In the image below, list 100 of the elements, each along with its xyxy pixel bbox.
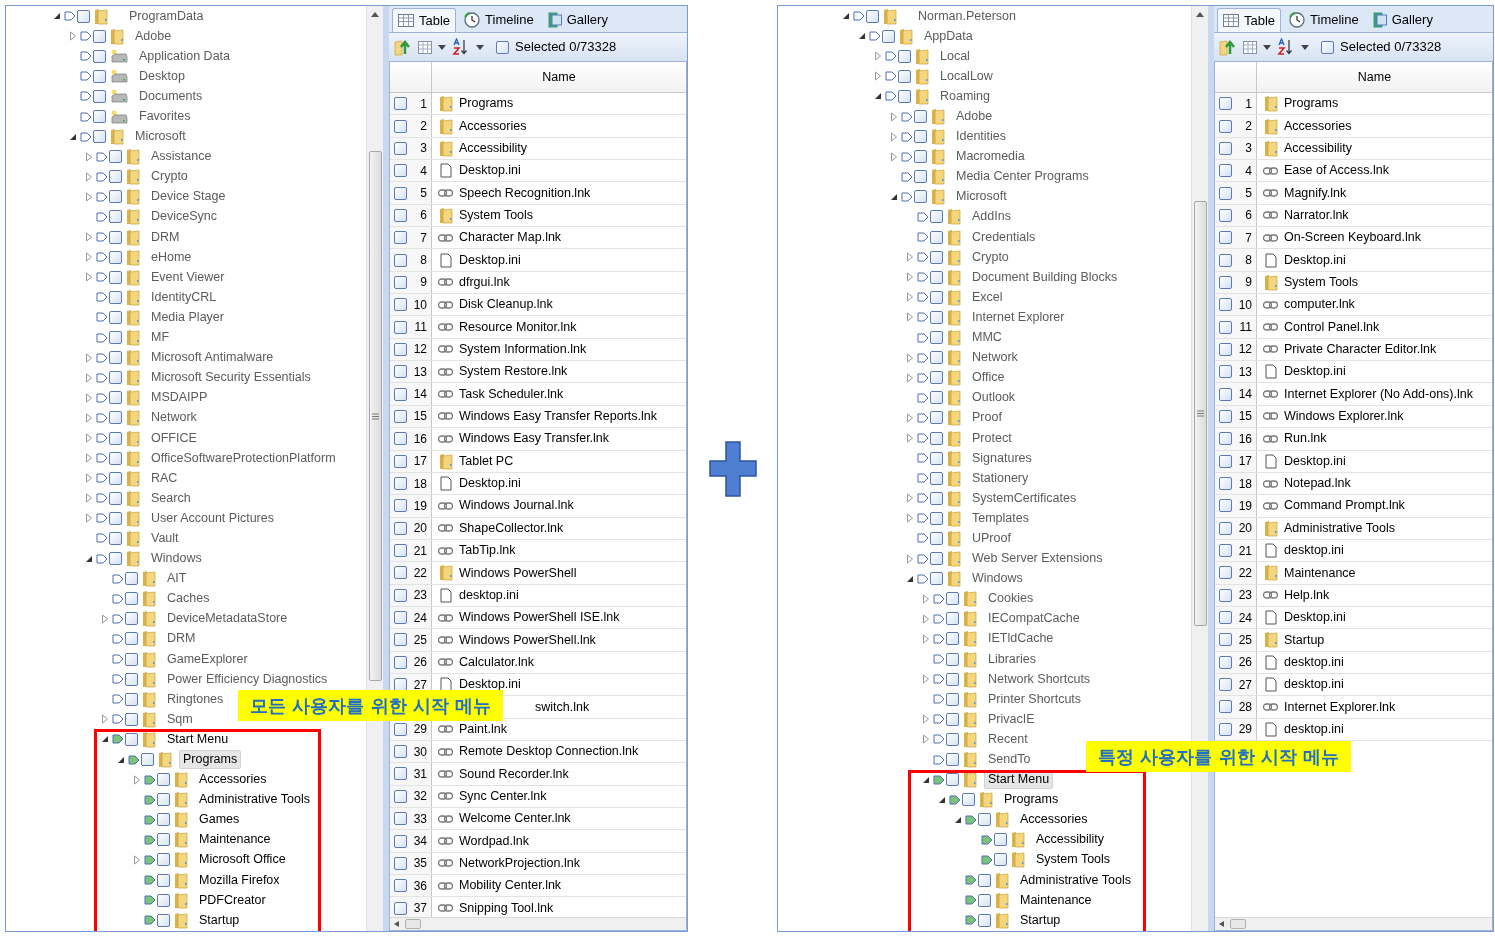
row-checkbox[interactable] (394, 253, 407, 267)
collapsed-arrow-icon[interactable] (85, 493, 93, 504)
sort-icon[interactable] (452, 38, 470, 56)
tree-checkbox[interactable] (141, 753, 154, 766)
collapsed-arrow-icon[interactable] (85, 151, 93, 162)
tree-checkbox[interactable] (930, 310, 943, 324)
collapsed-arrow-icon[interactable] (922, 714, 930, 725)
columns-icon[interactable] (418, 40, 432, 54)
tree-checkbox[interactable] (994, 853, 1007, 867)
row-checkbox[interactable] (1219, 320, 1232, 334)
row-checkbox[interactable] (394, 477, 407, 490)
expanded-arrow-icon[interactable] (906, 574, 914, 583)
tree-item[interactable]: OFFICE (147, 428, 201, 448)
tree-checkbox[interactable] (946, 732, 959, 746)
row-checkbox[interactable] (394, 298, 407, 312)
tree-checkbox[interactable] (946, 672, 959, 686)
tree-item[interactable]: Games (195, 810, 244, 830)
horizontal-scrollbar[interactable] (390, 917, 686, 930)
view-tab[interactable]: Gallery (541, 8, 614, 32)
row-checkbox[interactable] (1219, 410, 1232, 423)
tree-item[interactable]: LocalLow (936, 66, 997, 86)
tree-item[interactable]: Norman.Peterson (904, 6, 1030, 27)
tree-checkbox[interactable] (866, 9, 879, 23)
collapsed-arrow-icon[interactable] (101, 714, 109, 725)
expanded-arrow-icon[interactable] (954, 815, 962, 824)
collapsed-arrow-icon[interactable] (906, 352, 914, 363)
row-checkbox[interactable] (394, 320, 407, 334)
row-checkbox[interactable] (394, 365, 407, 379)
tree-item[interactable]: Document Building Blocks (968, 267, 1122, 287)
tree-item[interactable]: OfficeSoftwareProtectionPlatform (147, 448, 340, 468)
tree-checkbox[interactable] (93, 89, 106, 103)
row-checkbox[interactable] (1219, 387, 1232, 401)
tree-item[interactable]: Power Efficiency Diagnostics (163, 669, 332, 689)
collapsed-arrow-icon[interactable] (906, 412, 914, 423)
tree-item[interactable]: DeviceMetadataStore (163, 609, 292, 629)
tree-checkbox[interactable] (93, 110, 106, 123)
folder-up-icon[interactable] (394, 38, 412, 56)
collapsed-arrow-icon[interactable] (133, 855, 141, 865)
tree-checkbox[interactable] (93, 29, 106, 43)
tree-item[interactable]: Search (147, 488, 195, 508)
collapsed-arrow-icon[interactable] (922, 633, 930, 644)
collapsed-arrow-icon[interactable] (922, 593, 930, 604)
expanded-arrow-icon[interactable] (922, 775, 930, 784)
tree-checkbox[interactable] (157, 873, 170, 887)
tree-checkbox[interactable] (930, 451, 943, 465)
tree-item[interactable]: Start Menu (163, 729, 233, 749)
tree-checkbox[interactable] (930, 431, 943, 445)
tree-checkbox[interactable] (946, 692, 959, 706)
tree-item[interactable]: Macromedia (952, 147, 1029, 167)
row-checkbox[interactable] (394, 454, 407, 468)
tree-checkbox[interactable] (914, 110, 927, 123)
row-checkbox[interactable] (394, 544, 407, 558)
expanded-arrow-icon[interactable] (85, 554, 93, 563)
tree-item[interactable]: DRM (163, 629, 200, 649)
row-checkbox[interactable] (394, 141, 407, 155)
tree-item[interactable]: eHome (147, 247, 196, 267)
tree-item[interactable]: Network Shortcuts (984, 669, 1095, 689)
tree-checkbox[interactable] (930, 290, 943, 304)
row-checkbox[interactable] (1219, 633, 1232, 647)
tree-checkbox[interactable] (898, 49, 911, 63)
tree-item[interactable]: RAC (147, 468, 182, 488)
tree-checkbox[interactable] (930, 351, 943, 365)
tree-checkbox[interactable] (109, 310, 122, 324)
tree-checkbox[interactable] (930, 371, 943, 385)
tree-item[interactable]: Roaming (936, 86, 995, 106)
caret-icon[interactable] (1301, 44, 1309, 50)
tree-item[interactable]: Programs (1000, 790, 1063, 810)
row-checkbox[interactable] (1219, 164, 1232, 178)
tree-item[interactable]: Documents (135, 86, 207, 106)
expanded-arrow-icon[interactable] (890, 192, 898, 201)
collapsed-arrow-icon[interactable] (101, 613, 109, 624)
scrollbar-thumb[interactable] (1193, 201, 1207, 626)
sort-icon[interactable] (1277, 38, 1295, 56)
collapsed-arrow-icon[interactable] (922, 613, 930, 624)
row-checkbox[interactable] (394, 611, 407, 625)
expanded-arrow-icon[interactable] (874, 92, 882, 101)
collapsed-arrow-icon[interactable] (906, 553, 914, 564)
row-checkbox[interactable] (394, 342, 407, 356)
horizontal-scrollbar[interactable] (1215, 917, 1492, 930)
tree-checkbox[interactable] (157, 893, 170, 907)
row-checkbox[interactable] (1219, 655, 1232, 669)
tree-item[interactable]: Web Server Extensions (968, 549, 1107, 569)
row-checkbox[interactable] (1219, 432, 1232, 446)
tree-checkbox[interactable] (109, 290, 122, 304)
row-checkbox[interactable] (1219, 208, 1232, 222)
tree-item[interactable]: Proof (968, 408, 1006, 428)
view-tab[interactable]: Table (392, 8, 457, 32)
tree-item[interactable]: IECompatCache (984, 609, 1084, 629)
tree-item[interactable]: Microsoft Security Essentials (147, 368, 315, 388)
collapsed-arrow-icon[interactable] (85, 352, 93, 363)
tree-checkbox[interactable] (125, 612, 138, 626)
row-checkbox[interactable] (394, 231, 407, 245)
tree-item[interactable]: User Account Pictures (147, 508, 278, 528)
tree-item[interactable]: Adobe (131, 26, 176, 46)
tree-checkbox[interactable] (125, 652, 138, 666)
row-checkbox[interactable] (394, 901, 407, 915)
tree-item[interactable]: Credentials (968, 227, 1040, 247)
tree-item[interactable]: UProof (968, 529, 1015, 548)
tree-item[interactable]: SendTo (984, 750, 1035, 769)
tree-item[interactable]: DeviceSync (147, 207, 221, 227)
